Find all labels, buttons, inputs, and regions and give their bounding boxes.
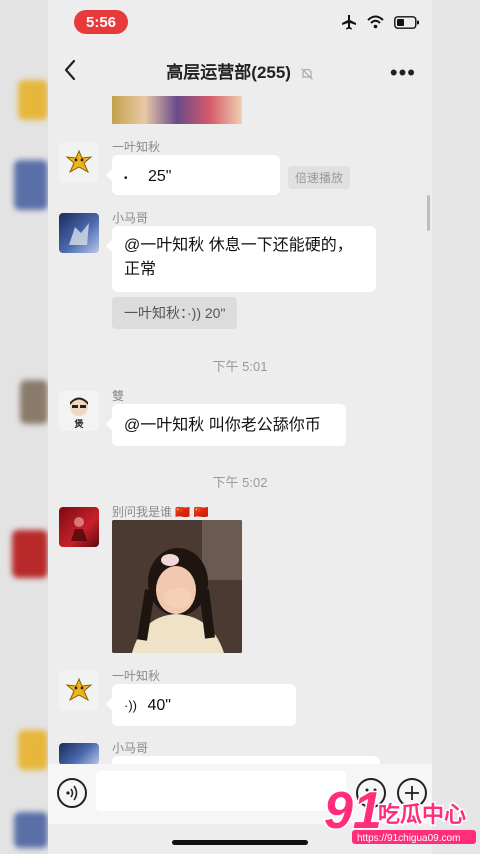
text-message-bubble[interactable]: @一叶知秋 休息一下还能硬的， 正常: [106, 226, 376, 292]
mute-bell-icon: [300, 67, 313, 80]
text-message-bubble[interactable]: @一叶知秋 叫你老公舔你币: [106, 404, 346, 446]
avatar-yiye[interactable]: [59, 671, 99, 711]
image-message[interactable]: [112, 520, 242, 653]
voice-icon: [66, 785, 78, 801]
blur-blob: [20, 380, 48, 424]
message-text-line: @一叶知秋 休息一下还能硬的，: [124, 237, 353, 254]
text-message-bubble[interactable]: [112, 756, 380, 764]
sender-name: 小马哥: [112, 741, 149, 755]
avatar-xiaomage[interactable]: [59, 213, 99, 253]
blur-blob: [18, 80, 48, 120]
scrollbar-thumb[interactable]: [427, 195, 430, 231]
time-separator: 下午 5:01: [212, 359, 268, 374]
avatar-shuang[interactable]: 煲: [59, 391, 99, 431]
sender-name: 别问我是谁 🇨🇳 🇨🇳: [112, 505, 209, 519]
time-separator: 下午 5:02: [212, 475, 268, 490]
voice-message-bubble[interactable]: • 25": [106, 155, 280, 195]
blur-blob: [12, 530, 48, 578]
blur-blob: [14, 160, 48, 210]
airplane-icon: [342, 15, 356, 30]
voice-duration: 25": [147, 168, 172, 185]
message-text-line: 正常: [124, 261, 157, 278]
star-figure-icon: [65, 149, 93, 174]
right-blur-strip: [432, 0, 480, 854]
voice-wave-icon: •: [124, 173, 128, 184]
star-figure-icon: [65, 677, 93, 702]
chat-header: 高层运营部(255) •••: [48, 44, 432, 96]
status-icons: [341, 14, 420, 30]
girl-photo: [112, 520, 242, 653]
wolf-icon: [69, 223, 89, 245]
group-name: 高层运营部(255): [166, 63, 291, 82]
battery-icon: [394, 15, 419, 29]
more-options-icon[interactable]: •••: [390, 60, 416, 86]
svg-text:https://91chigua09.com: https://91chigua09.com: [357, 833, 460, 844]
voice-duration: 40": [147, 697, 171, 714]
avatar-biewen[interactable]: [59, 507, 99, 547]
previous-image-message[interactable]: [112, 96, 242, 124]
watermark-graphic: 91 吃瓜中心 https://91chigua09.com: [323, 781, 476, 844]
watermark-logo: 91 吃瓜中心 https://91chigua09.com: [322, 781, 478, 848]
wifi-icon: [367, 15, 384, 29]
sender-name: 一叶知秋: [112, 140, 161, 154]
status-time: 5:56: [74, 10, 128, 34]
voice-message-bubble[interactable]: ·)) 40": [106, 684, 296, 726]
avatar-caption: 煲: [74, 419, 84, 429]
message-input[interactable]: [96, 771, 346, 811]
blur-blob: [18, 730, 48, 770]
voice-input-button[interactable]: [57, 778, 87, 808]
blur-blob: [14, 812, 48, 848]
voice-wave-icon: ·)): [124, 698, 137, 713]
left-blur-strip: [0, 0, 50, 854]
home-indicator: [172, 840, 308, 845]
chat-title[interactable]: 高层运营部(255): [48, 58, 432, 83]
sender-name: 一叶知秋: [112, 669, 161, 683]
quoted-reply[interactable]: 一叶知秋：·)) 20": [112, 297, 238, 329]
speed-play-button[interactable]: 倍速播放: [288, 166, 351, 189]
sender-name: 小马哥: [112, 211, 149, 225]
status-bar: 5:56: [0, 0, 480, 44]
avatar-xiaomage[interactable]: [59, 743, 99, 765]
avatar-yiye[interactable]: [59, 143, 99, 183]
sender-name: 雙: [112, 389, 125, 403]
red-figure-icon: [71, 517, 87, 541]
svg-text:吃瓜中心: 吃瓜中心: [378, 802, 466, 828]
